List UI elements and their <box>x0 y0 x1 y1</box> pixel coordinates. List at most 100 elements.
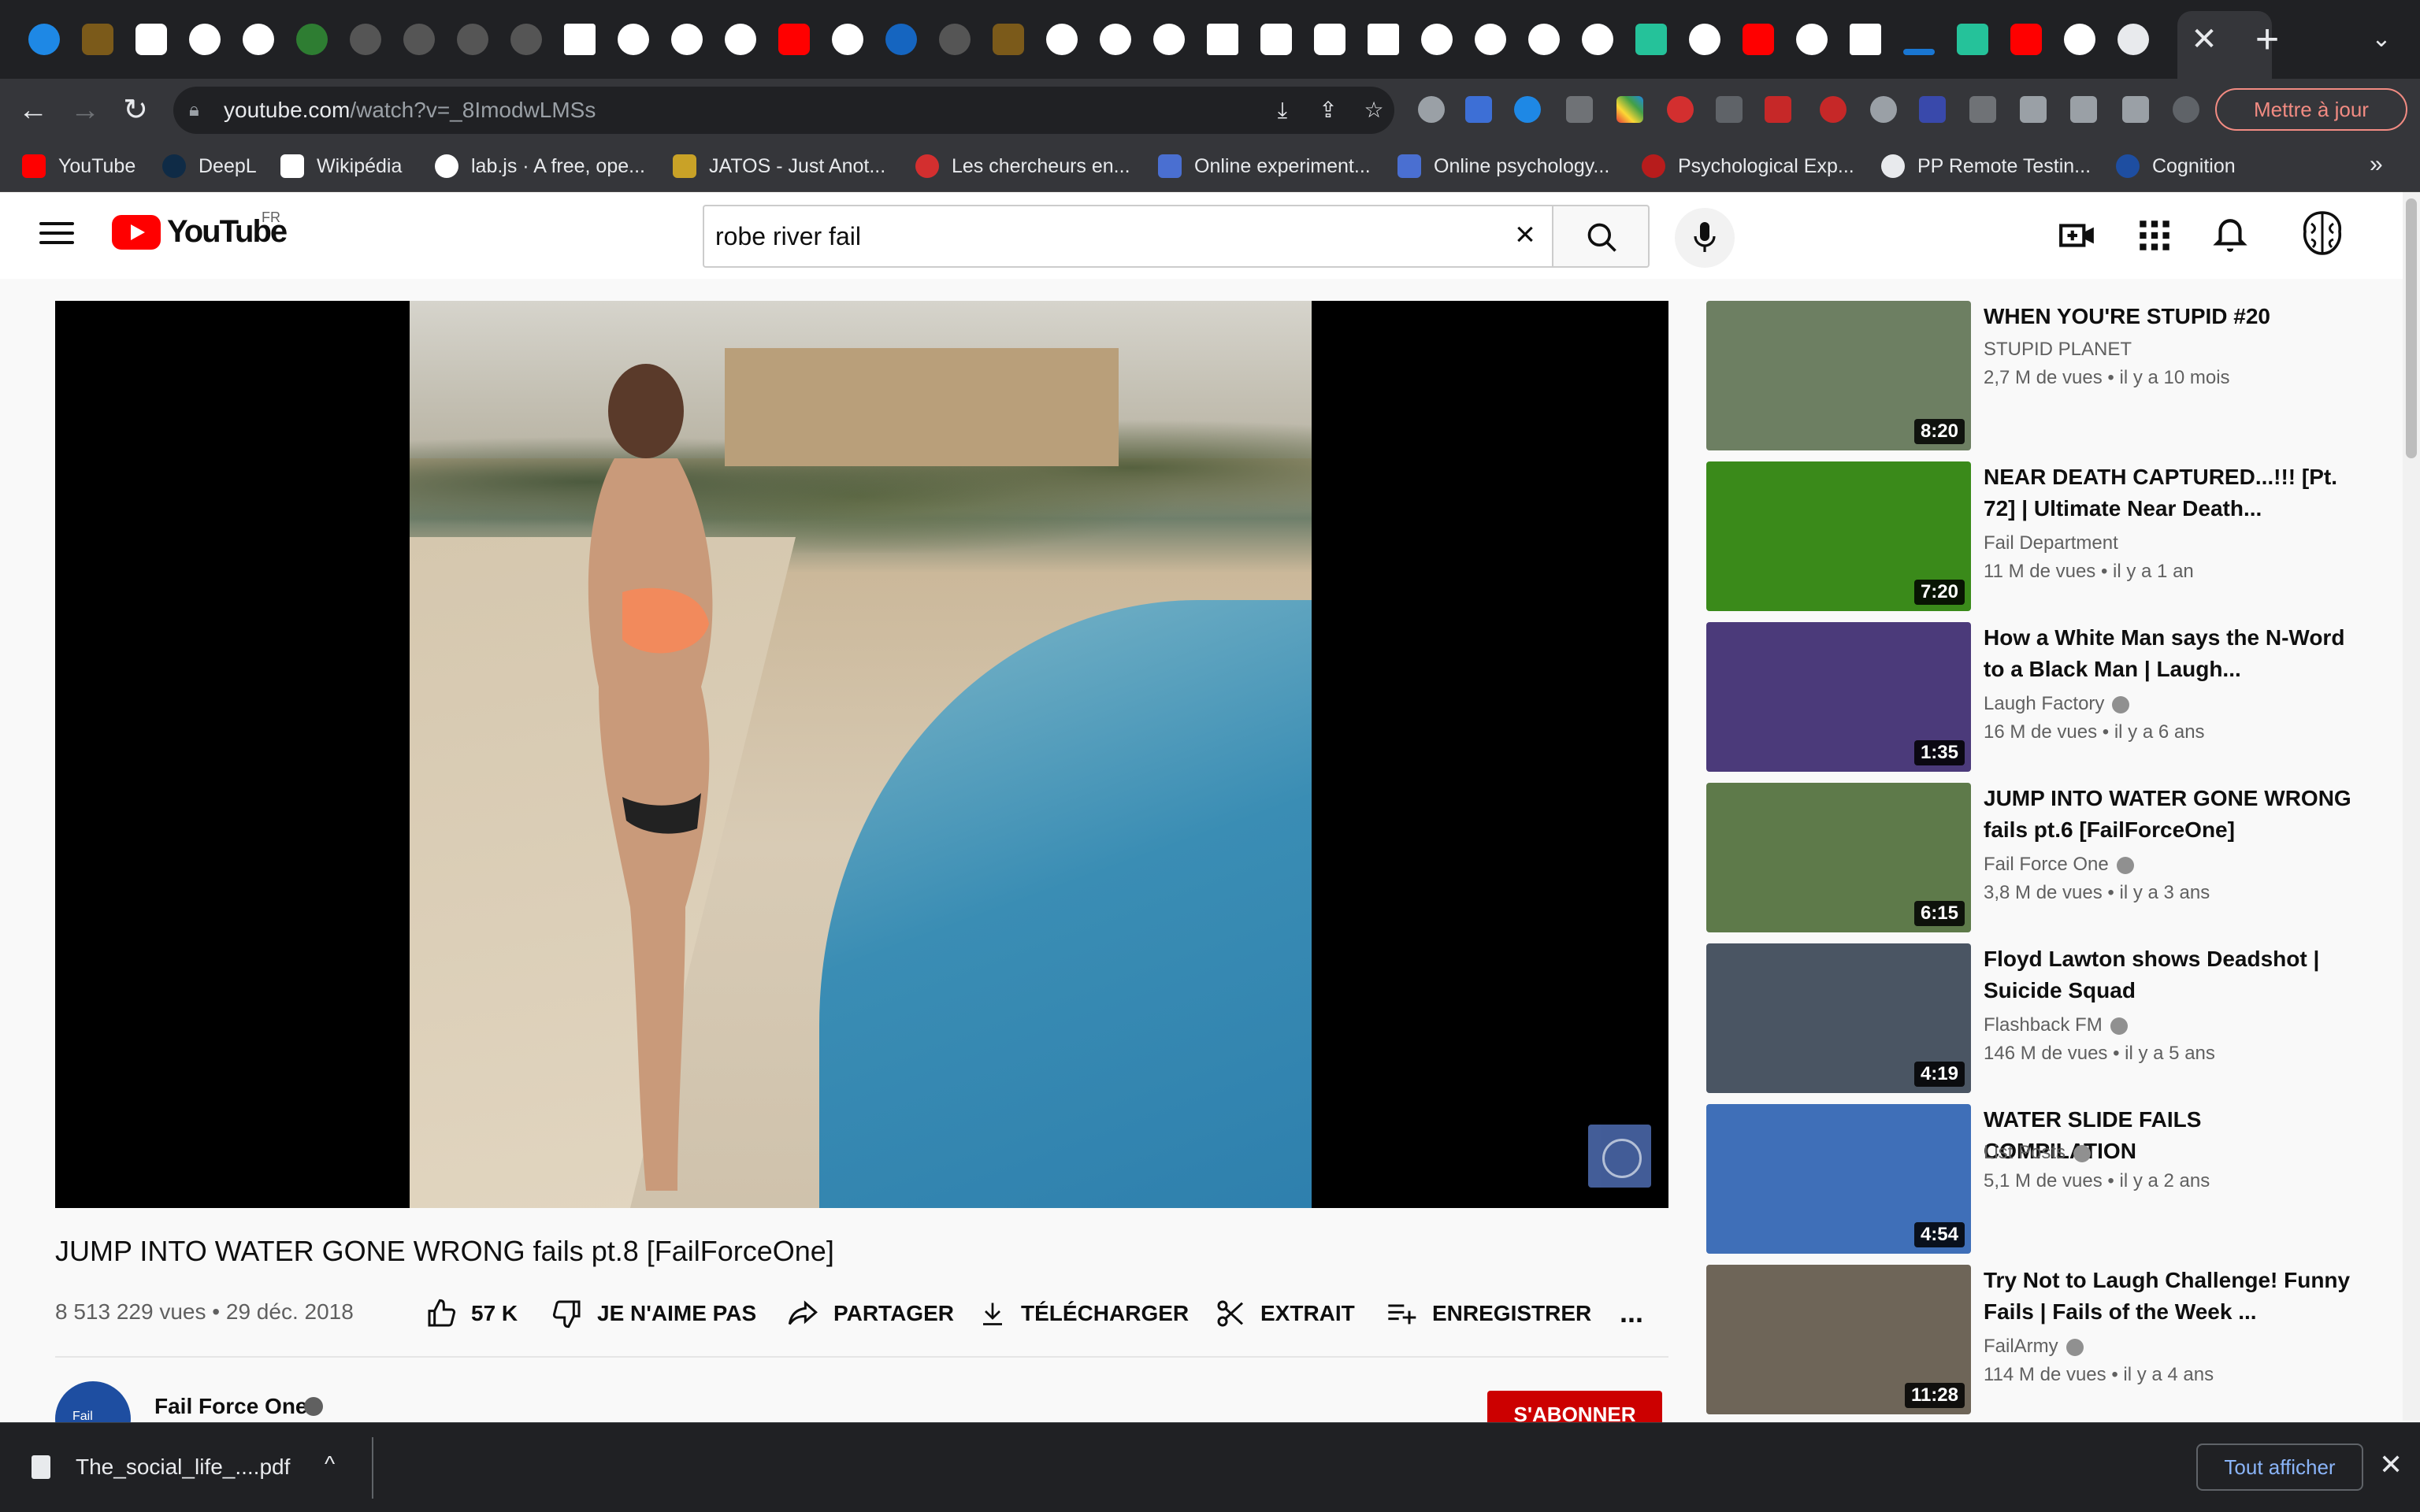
extension-s-icon[interactable] <box>1716 96 1743 123</box>
tab-favicon-google-icon[interactable] <box>1796 24 1828 55</box>
video-thumbnail[interactable]: 8:20 <box>1706 301 1971 450</box>
bookmark-psychological-exp[interactable]: Psychological Exp... <box>1642 151 1854 181</box>
recommended-channel[interactable]: Fail Force One <box>1984 854 2134 876</box>
youtube-logo[interactable]: YouTube <box>112 214 288 250</box>
tab-favicon-chrome-icon[interactable] <box>2118 24 2149 55</box>
tab-favicon-youtube-icon[interactable] <box>778 24 810 55</box>
recommended-channel[interactable]: Laugh Factory <box>1984 693 2130 715</box>
like-button[interactable]: 57 K <box>425 1295 518 1332</box>
tab-favicon-google-icon[interactable] <box>1582 24 1613 55</box>
share-button[interactable]: PARTAGER <box>786 1295 954 1332</box>
extension-palette-icon[interactable] <box>1616 96 1643 123</box>
tab-favicon-google-icon[interactable] <box>2064 24 2095 55</box>
bookmark-online-experiment[interactable]: Online experiment... <box>1158 151 1371 181</box>
forward-arrow-icon[interactable]: → <box>68 93 102 128</box>
channel-watermark-icon[interactable] <box>1588 1125 1651 1188</box>
recommended-channel[interactable]: List Posts <box>1984 1142 2092 1164</box>
recommended-video-title[interactable]: NEAR DEATH CAPTURED...!!! [Pt. 72] | Ult… <box>1984 461 2354 524</box>
tab-favicon-youtube-icon[interactable] <box>1743 24 1774 55</box>
hamburger-menu-icon[interactable] <box>39 216 74 250</box>
tab-close-icon[interactable]: ✕ <box>2181 24 2228 55</box>
recommended-video-title[interactable]: How a White Man says the N-Word to a Bla… <box>1984 622 2354 685</box>
bookmark-youtube[interactable]: YouTube <box>22 151 135 181</box>
tab-favicon-github-icon[interactable] <box>350 24 381 55</box>
tab-favicon-amazon-icon[interactable] <box>1260 24 1292 55</box>
media-queue-icon[interactable] <box>2070 96 2097 123</box>
bookmark-pp-remote[interactable]: PP Remote Testin... <box>1881 151 2091 181</box>
address-bar[interactable]: 🔒︎ youtube.com/watch?v=_8ImodwLMSs ⤓ ⇪ ☆ <box>173 87 1394 134</box>
bookmark-jatos[interactable]: JATOS - Just Anot... <box>673 151 885 181</box>
voice-search-button[interactable] <box>1675 208 1735 268</box>
tab-favicon-brain-icon[interactable] <box>993 24 1024 55</box>
video-thumbnail[interactable]: 7:20 <box>1706 461 1971 611</box>
tab-favicon-google-icon[interactable] <box>725 24 756 55</box>
tab-favicon-amazon-icon[interactable] <box>135 24 167 55</box>
extension-eye-icon[interactable] <box>1667 96 1694 123</box>
bookmarks-overflow-icon[interactable]: » <box>2370 151 2383 178</box>
extension-cookie-icon[interactable] <box>1418 96 1445 123</box>
tab-favicon-github-icon[interactable] <box>939 24 971 55</box>
extension-book-icon[interactable] <box>1919 96 1946 123</box>
tab-favicon-google-icon[interactable] <box>671 24 703 55</box>
tab-favicon-overleaf-icon[interactable] <box>296 24 328 55</box>
tab-favicon-wikipedia-icon[interactable] <box>1850 24 1881 55</box>
recommended-video[interactable]: 1:35 How a White Man says the N-Word to a… <box>1706 622 2368 772</box>
video-frame[interactable] <box>410 301 1312 1208</box>
tab-favicon-amazon-icon[interactable] <box>1314 24 1345 55</box>
clear-search-icon[interactable]: × <box>1508 217 1542 252</box>
tab-favicon-diamond-icon[interactable] <box>28 24 60 55</box>
tab-favicon-google-icon[interactable] <box>1421 24 1453 55</box>
bookmark-wikipedia[interactable]: Wikipédia <box>280 151 402 181</box>
extension-mendeley-icon[interactable] <box>1765 96 1791 123</box>
recommended-video[interactable]: 6:15 JUMP INTO WATER GONE WRONG fails pt.… <box>1706 783 2368 932</box>
dislike-button[interactable]: JE N'AIME PAS <box>551 1295 756 1332</box>
notifications-bell-icon[interactable] <box>2210 216 2250 255</box>
account-avatar-brain-icon[interactable] <box>2299 208 2346 258</box>
recommended-channel[interactable]: Fail Department <box>1984 532 2118 554</box>
tab-search-icon[interactable]: ⌄ <box>2362 24 2401 55</box>
create-video-icon[interactable] <box>2058 216 2097 255</box>
extension-search-icon[interactable] <box>1870 96 1897 123</box>
recommended-channel[interactable]: STUPID PLANET <box>1984 339 2132 361</box>
extension-diamond-icon[interactable] <box>1514 96 1541 123</box>
tab-favicon-researchgate-icon[interactable] <box>1635 24 1667 55</box>
tab-favicon-brain-icon[interactable] <box>82 24 113 55</box>
profile-avatar-icon[interactable] <box>2173 96 2199 123</box>
close-downloads-icon[interactable]: ✕ <box>2379 1448 2403 1481</box>
page-scrollbar[interactable] <box>2403 192 2420 1421</box>
bookmark-chercheurs[interactable]: Les chercheurs en... <box>915 151 1130 181</box>
scrollbar-thumb[interactable] <box>2406 198 2417 458</box>
new-tab-button[interactable]: + <box>2244 19 2291 60</box>
extension-cap-icon[interactable] <box>1465 96 1492 123</box>
tab-favicon-google-icon[interactable] <box>1046 24 1078 55</box>
back-arrow-icon[interactable]: ← <box>16 93 50 128</box>
file-options-chevron-icon[interactable]: ^ <box>325 1451 335 1477</box>
tab-favicon-underline-icon[interactable] <box>1903 49 1935 55</box>
install-app-icon[interactable]: ⤓ <box>1270 98 1295 123</box>
tab-favicon-google-icon[interactable] <box>1528 24 1560 55</box>
tab-favicon-google-icon[interactable] <box>1475 24 1506 55</box>
tab-favicon-google-icon[interactable] <box>1153 24 1185 55</box>
lock-icon[interactable]: 🔒︎ <box>189 99 211 121</box>
bookmark-cognition[interactable]: Cognition <box>2116 151 2236 181</box>
extension-rocket-icon[interactable] <box>1566 96 1593 123</box>
recommended-channel[interactable]: FailArmy <box>1984 1336 2084 1358</box>
recommended-video[interactable]: 7:20 NEAR DEATH CAPTURED...!!! [Pt. 72] |… <box>1706 461 2368 611</box>
recommended-video[interactable]: 11:28 Try Not to Laugh Challenge! Funny F… <box>1706 1265 2368 1414</box>
tab-favicon-wikipedia-icon[interactable] <box>564 24 596 55</box>
video-thumbnail[interactable]: 6:15 <box>1706 783 1971 932</box>
search-input[interactable]: robe river fail × <box>703 205 1552 268</box>
tab-favicon-google-icon[interactable] <box>189 24 221 55</box>
recommended-video-title[interactable]: JUMP INTO WATER GONE WRONG fails pt.6 [F… <box>1984 783 2354 846</box>
more-actions-icon[interactable]: ... <box>1620 1296 1643 1329</box>
clip-button[interactable]: EXTRAIT <box>1215 1295 1355 1332</box>
tab-favicon-youtube-icon[interactable] <box>2010 24 2042 55</box>
tab-favicon-github-icon[interactable] <box>457 24 488 55</box>
tab-favicon-wikipedia-icon[interactable] <box>1207 24 1238 55</box>
tab-favicon-google-icon[interactable] <box>1689 24 1720 55</box>
show-all-downloads-button[interactable]: Tout afficher <box>2196 1443 2363 1491</box>
download-button[interactable]: TÉLÉCHARGER <box>978 1295 1189 1332</box>
recommended-video-title[interactable]: Floyd Lawton shows Deadshot | Suicide Sq… <box>1984 943 2354 1006</box>
tab-favicon-wikipedia-icon[interactable] <box>1368 24 1399 55</box>
video-thumbnail[interactable]: 4:54 <box>1706 1104 1971 1254</box>
